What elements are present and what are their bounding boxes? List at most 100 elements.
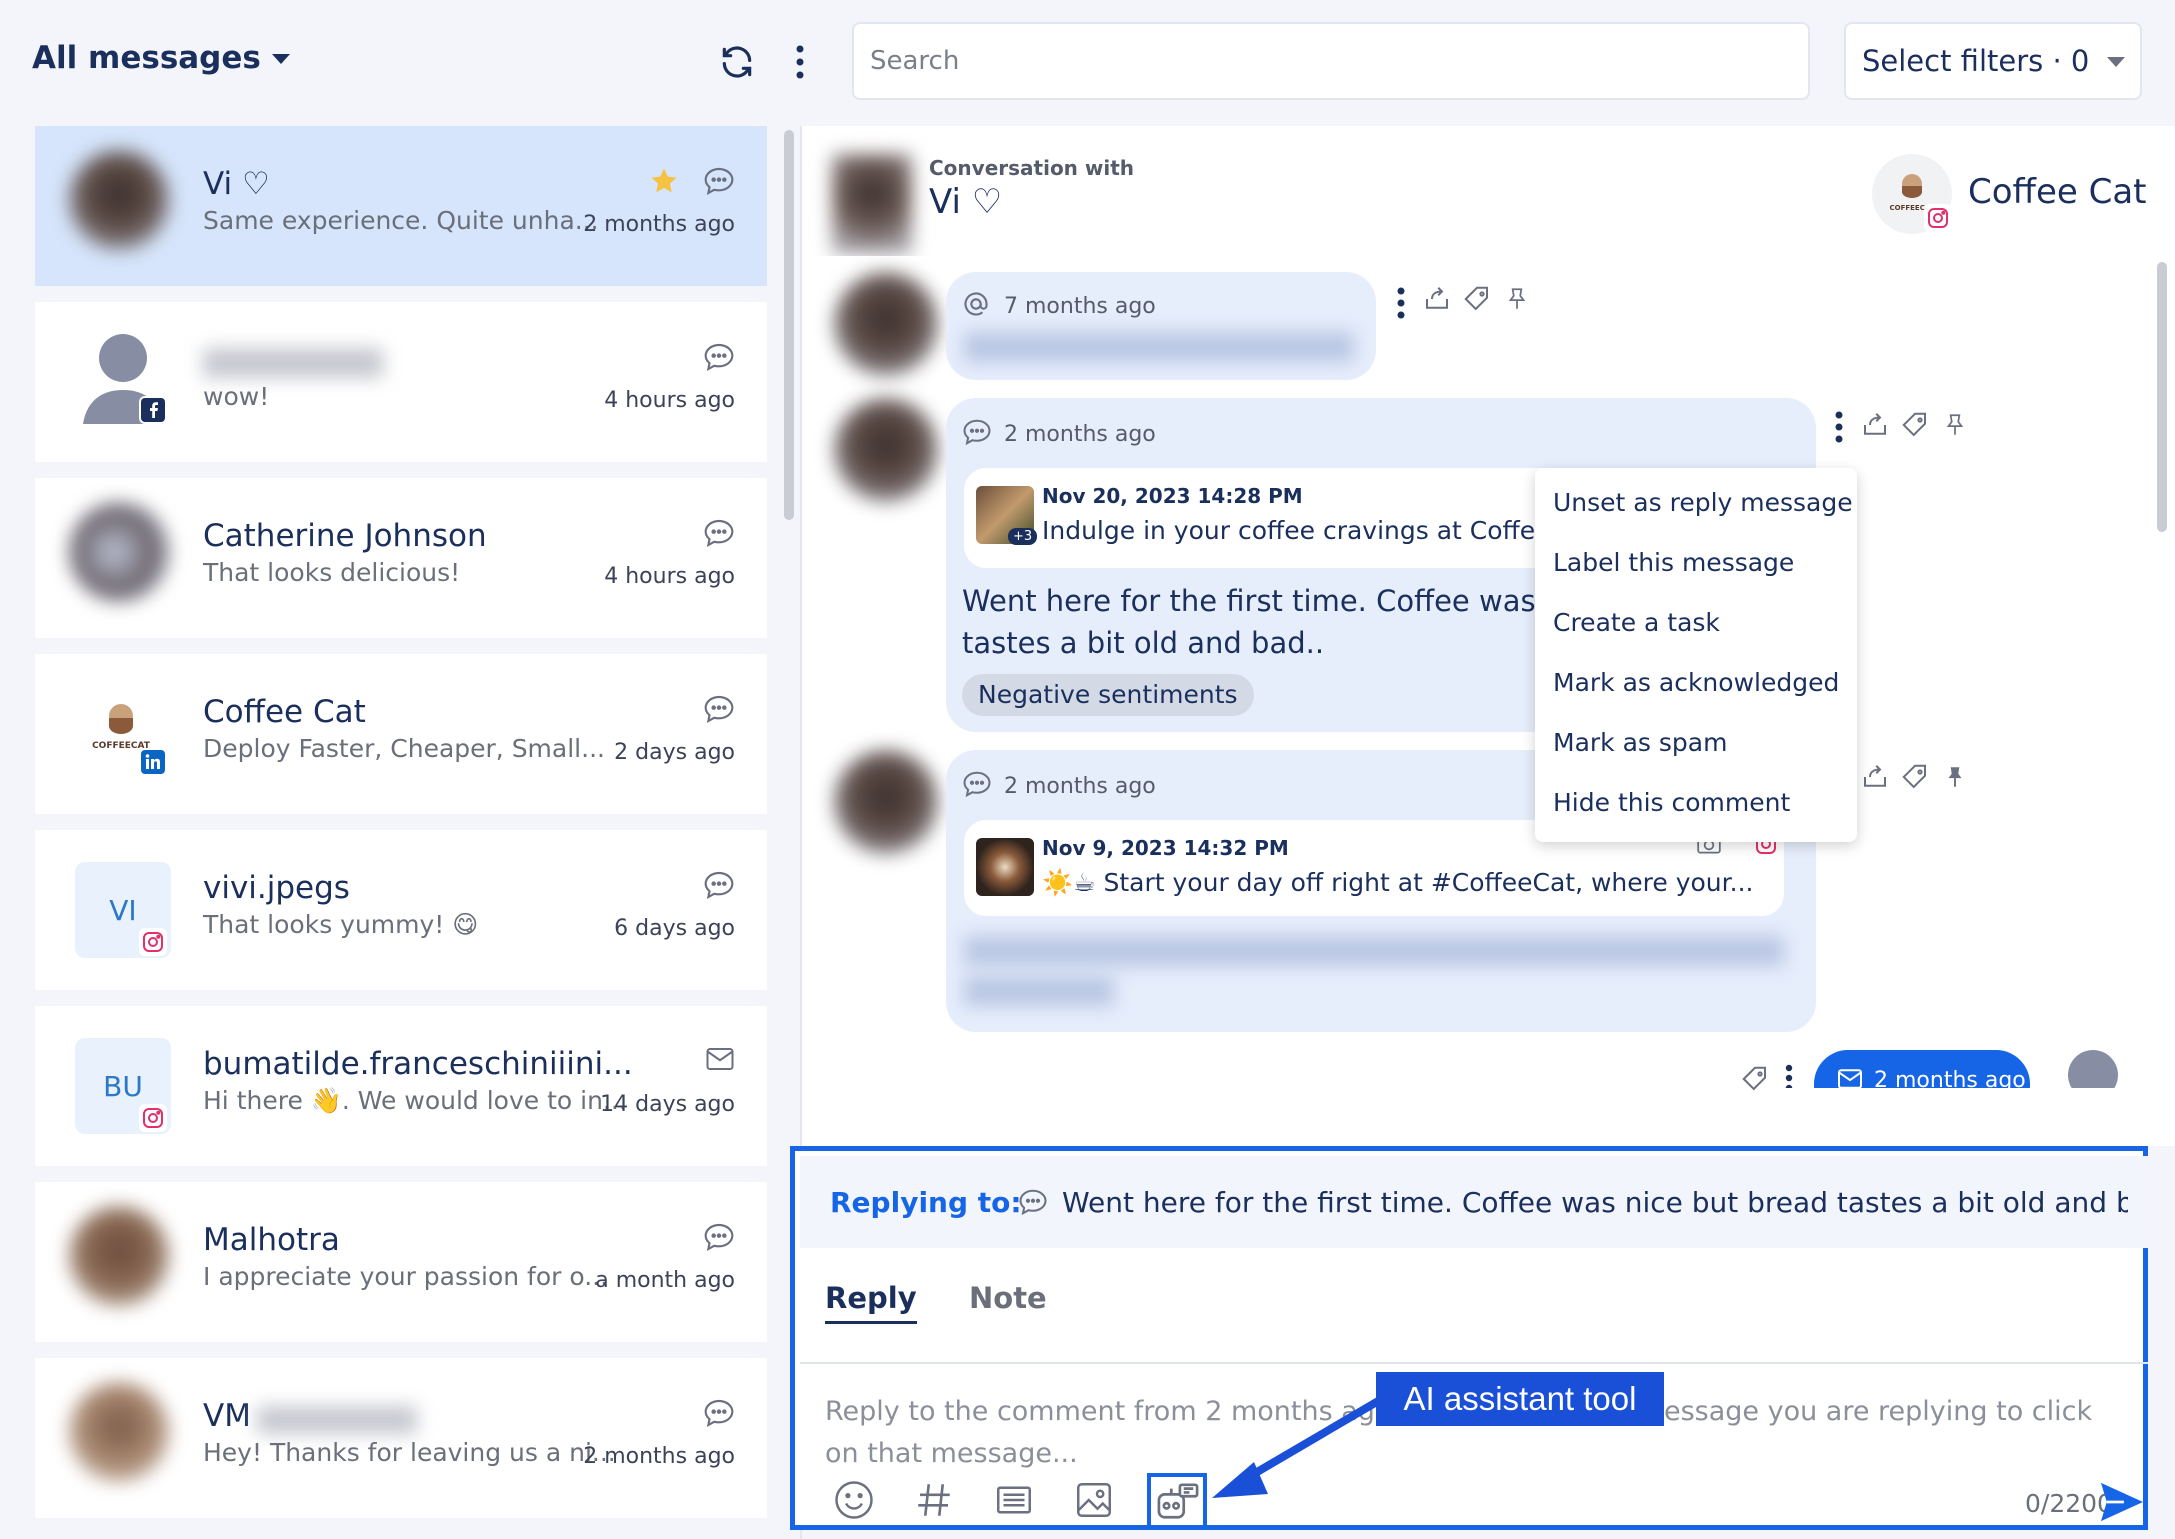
avatar bbox=[69, 1206, 169, 1306]
message-time: 2 months ago bbox=[1004, 774, 1156, 799]
more-images-badge: +3 bbox=[1008, 528, 1038, 545]
thread-scrollbar[interactable] bbox=[2157, 262, 2167, 532]
replying-text: Went here for the first time. Coffee was… bbox=[1062, 1186, 2128, 1219]
tab-note[interactable]: Note bbox=[969, 1281, 1047, 1315]
conversation-item[interactable]: Malhotra I appreciate your passion for o… bbox=[35, 1182, 767, 1342]
menu-item-mark-spam[interactable]: Mark as spam bbox=[1553, 728, 1727, 757]
star-icon[interactable] bbox=[649, 166, 679, 196]
sentiment-tag[interactable]: Negative sentiments bbox=[962, 674, 1254, 716]
send-icon[interactable] bbox=[2099, 1481, 2145, 1523]
timestamp: 2 months ago bbox=[583, 212, 735, 237]
comment-icon bbox=[1018, 1188, 1048, 1216]
tag-icon[interactable] bbox=[1462, 284, 1492, 314]
pin-icon[interactable] bbox=[1942, 410, 1968, 440]
menu-item-create-task[interactable]: Create a task bbox=[1553, 608, 1720, 637]
reply-composer: Replying to: Went here for the first tim… bbox=[790, 1146, 2148, 1530]
comment-icon bbox=[962, 770, 992, 798]
redacted-text bbox=[964, 936, 1784, 966]
tag-icon[interactable] bbox=[1900, 762, 1930, 792]
contact-name: Catherine Johnson bbox=[203, 518, 487, 554]
conversation-item[interactable]: COFFEECAT Coffee Cat Deploy Faster, Chea… bbox=[35, 654, 767, 814]
select-filters-dropdown[interactable]: Select filters · 0 bbox=[1844, 22, 2142, 100]
outgoing-message[interactable]: 2 months ago bbox=[1814, 1050, 2030, 1088]
conversation-item[interactable]: Catherine Johnson That looks delicious! … bbox=[35, 478, 767, 638]
replying-label: Replying to: bbox=[830, 1186, 1022, 1219]
image-icon[interactable] bbox=[1073, 1479, 1115, 1521]
annotation-label: AI assistant tool bbox=[1376, 1372, 1664, 1426]
conversation-item[interactable]: BU bumatilde.franceschiniiini... Hi ther… bbox=[35, 1006, 767, 1166]
avatar bbox=[834, 750, 938, 854]
menu-item-hide-comment[interactable]: Hide this comment bbox=[1553, 788, 1790, 817]
more-options-icon[interactable] bbox=[1394, 286, 1408, 320]
conversation-subtitle: Conversation with bbox=[929, 156, 1135, 180]
post-thumbnail bbox=[976, 838, 1034, 896]
avatar bbox=[834, 272, 938, 376]
message-preview: wow! bbox=[203, 382, 270, 411]
contact-name: Coffee Cat bbox=[203, 694, 366, 730]
menu-item-mark-acknowledged[interactable]: Mark as acknowledged bbox=[1553, 668, 1839, 697]
timestamp: 2 months ago bbox=[583, 1444, 735, 1469]
more-options-icon[interactable] bbox=[1832, 410, 1846, 444]
conversation-item[interactable]: wow! 4 hours ago bbox=[35, 302, 767, 462]
comment-icon bbox=[703, 870, 735, 900]
more-options-icon[interactable] bbox=[790, 44, 810, 80]
chevron-down-icon bbox=[2106, 56, 2126, 68]
chevron-down-icon[interactable] bbox=[270, 52, 292, 66]
replying-to-bar: Replying to: Went here for the first tim… bbox=[800, 1156, 2148, 1248]
hashtag-icon[interactable] bbox=[913, 1479, 955, 1521]
share-icon[interactable] bbox=[1860, 762, 1890, 792]
conversation-item[interactable]: VM Hey! Thanks for leaving us a ni... 2 … bbox=[35, 1358, 767, 1518]
saved-reply-icon[interactable] bbox=[993, 1479, 1035, 1521]
tag-icon[interactable] bbox=[1900, 410, 1930, 440]
message-preview: That looks delicious! bbox=[203, 558, 461, 587]
mention-icon bbox=[962, 290, 990, 318]
message-bubble[interactable]: 7 months ago bbox=[946, 272, 1376, 380]
post-date: Nov 9, 2023 14:32 PM bbox=[1042, 836, 1289, 860]
message-filter-title[interactable]: All messages bbox=[32, 40, 261, 76]
tabs-divider bbox=[800, 1362, 2148, 1364]
message-text-line1: Went here for the first time. Coffee was… bbox=[962, 584, 1572, 618]
list-scrollbar[interactable] bbox=[784, 130, 794, 520]
contact-name bbox=[203, 348, 383, 378]
pin-icon[interactable] bbox=[1942, 762, 1968, 792]
comment-icon bbox=[703, 1222, 735, 1252]
facebook-icon bbox=[139, 396, 167, 424]
comment-icon bbox=[703, 1398, 735, 1428]
tab-reply[interactable]: Reply bbox=[825, 1281, 917, 1324]
timestamp: 4 hours ago bbox=[604, 564, 735, 589]
conversation-item[interactable]: VI vivi.jpegs That looks yummy! 😋 6 days… bbox=[35, 830, 767, 990]
mail-icon bbox=[705, 1046, 735, 1072]
avatar bbox=[832, 154, 912, 254]
message-preview: Deploy Faster, Cheaper, Small... bbox=[203, 734, 605, 763]
avatar bbox=[69, 502, 169, 602]
ai-assistant-button[interactable] bbox=[1147, 1473, 1207, 1529]
avatar bbox=[69, 1382, 169, 1482]
filters-label: Select filters · 0 bbox=[1862, 44, 2090, 78]
message-preview: Hi there 👋. We would love to in... bbox=[203, 1086, 627, 1115]
contact-name: vivi.jpegs bbox=[203, 870, 350, 906]
instagram-icon bbox=[139, 1104, 167, 1132]
comment-icon bbox=[703, 342, 735, 372]
timestamp: 2 days ago bbox=[614, 740, 735, 765]
comment-icon bbox=[703, 166, 735, 196]
emoji-icon[interactable] bbox=[833, 1479, 875, 1521]
ai-assistant-icon bbox=[1155, 1481, 1201, 1523]
conversation-item[interactable]: Vi ♡ Same experience. Quite unha... 2 mo… bbox=[35, 126, 767, 286]
pin-icon[interactable] bbox=[1504, 284, 1530, 314]
search-input[interactable] bbox=[852, 22, 1810, 100]
timestamp: 6 days ago bbox=[614, 916, 735, 941]
share-icon[interactable] bbox=[1422, 284, 1452, 314]
tag-icon[interactable] bbox=[1740, 1064, 1770, 1094]
comment-icon bbox=[962, 418, 992, 446]
brand-name: Coffee Cat bbox=[1968, 172, 2147, 212]
menu-item-label-message[interactable]: Label this message bbox=[1553, 548, 1794, 577]
refresh-icon[interactable] bbox=[718, 43, 756, 81]
redacted-surname bbox=[257, 1406, 417, 1434]
more-options-icon[interactable] bbox=[1782, 1064, 1796, 1088]
message-time: 2 months ago bbox=[1874, 1068, 2026, 1088]
message-preview: That looks yummy! 😋 bbox=[203, 910, 479, 939]
menu-item-unset-reply[interactable]: Unset as reply message bbox=[1553, 488, 1853, 517]
share-icon[interactable] bbox=[1860, 410, 1890, 440]
timestamp: 4 hours ago bbox=[604, 388, 735, 413]
message-preview: Hey! Thanks for leaving us a ni... bbox=[203, 1438, 616, 1467]
